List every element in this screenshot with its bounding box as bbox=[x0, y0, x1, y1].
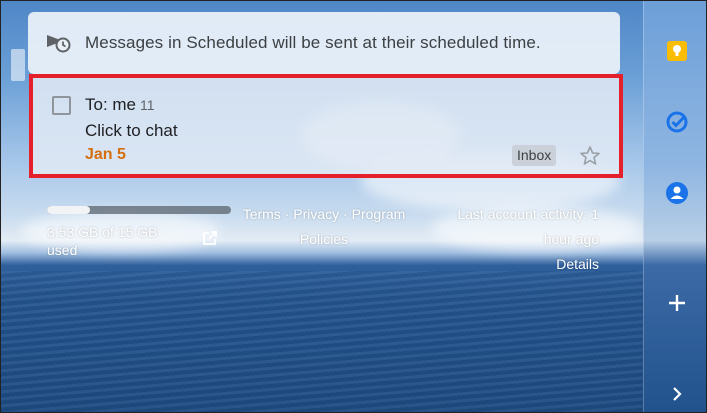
side-panel bbox=[643, 1, 706, 412]
expand-panel-icon bbox=[673, 387, 682, 401]
footer-links: Terms · Privacy · Program Policies bbox=[242, 206, 406, 247]
storage-bar bbox=[47, 206, 231, 214]
contacts-icon bbox=[666, 182, 688, 204]
storage-text: 3.53 GB of 15 GB used bbox=[47, 224, 158, 258]
expand-panel-button[interactable] bbox=[665, 382, 689, 406]
tasks-icon bbox=[666, 111, 688, 133]
open-external-icon[interactable] bbox=[201, 229, 219, 247]
recipient: To: me bbox=[85, 95, 137, 114]
privacy-link[interactable]: Privacy bbox=[293, 206, 339, 222]
email-row[interactable]: To: me 11 Click to chat Jan 5 Inbox bbox=[29, 74, 623, 178]
storage-fill bbox=[47, 206, 91, 214]
scroll-handle[interactable] bbox=[11, 49, 25, 81]
recipient-line: To: me 11 bbox=[85, 95, 155, 115]
activity-text: Last account activity: 1 hour ago bbox=[457, 206, 599, 247]
scheduled-send-icon bbox=[47, 35, 71, 53]
star-icon[interactable] bbox=[578, 144, 602, 168]
ocean-waves bbox=[1, 271, 643, 412]
add-icon bbox=[669, 295, 685, 311]
select-checkbox[interactable] bbox=[52, 96, 71, 115]
keep-button[interactable] bbox=[665, 39, 689, 63]
tasks-button[interactable] bbox=[665, 110, 689, 134]
add-addon-button[interactable] bbox=[665, 291, 689, 315]
gmail-window: Messages in Scheduled will be sent at th… bbox=[0, 0, 707, 413]
inbox-label[interactable]: Inbox bbox=[512, 145, 557, 166]
details-link[interactable]: Details bbox=[431, 252, 599, 277]
account-activity: Last account activity: 1 hour ago Detail… bbox=[431, 202, 599, 277]
scheduled-notice: Messages in Scheduled will be sent at th… bbox=[28, 12, 620, 74]
email-subject: Click to chat bbox=[85, 121, 178, 140]
email-date: Jan 5 bbox=[85, 146, 126, 163]
terms-link[interactable]: Terms bbox=[243, 206, 281, 222]
footer: 3.53 GB of 15 GB used Terms · Privacy · … bbox=[1, 196, 643, 276]
keep-icon bbox=[667, 41, 687, 61]
contacts-button[interactable] bbox=[665, 181, 689, 205]
thread-count: 11 bbox=[140, 97, 155, 113]
notice-text: Messages in Scheduled will be sent at th… bbox=[85, 33, 541, 52]
